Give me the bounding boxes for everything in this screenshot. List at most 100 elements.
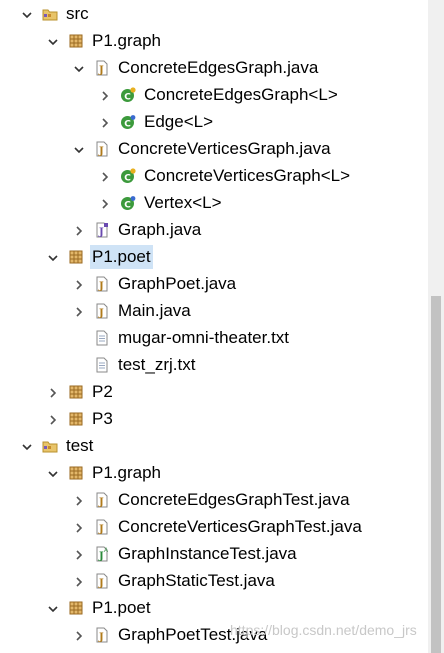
tree-item-label: P1.graph — [92, 30, 161, 50]
tree-item-label: Main.java — [118, 300, 191, 320]
tree-item-label: mugar-omni-theater.txt — [118, 327, 290, 347]
tree-item[interactable]: P1.graph — [0, 27, 428, 54]
chevron-right-icon[interactable] — [99, 116, 111, 128]
chevron-down-icon[interactable] — [21, 440, 33, 452]
tree-item[interactable]: J Main.java — [0, 297, 428, 324]
chevron-right-icon[interactable] — [47, 413, 59, 425]
svg-text:J: J — [98, 308, 104, 319]
svg-text:C: C — [124, 119, 131, 129]
tree-item[interactable]: P2 — [0, 648, 428, 653]
java-file-icon: J — [94, 519, 110, 535]
java-file-icon: J — [94, 627, 110, 643]
chevron-right-icon[interactable] — [47, 386, 59, 398]
tree-item-label: GraphStaticTest.java — [118, 570, 275, 590]
chevron-down-icon[interactable] — [47, 467, 59, 479]
tree-item[interactable]: J Graph.java — [0, 216, 428, 243]
source-folder-icon — [42, 6, 58, 22]
tree-item[interactable]: P1.poet — [0, 243, 428, 270]
tree-item-label: ConcreteVerticesGraph<L> — [144, 165, 351, 185]
svg-text:C: C — [124, 92, 131, 102]
package-icon — [68, 411, 84, 427]
chevron-down-icon[interactable] — [73, 143, 85, 155]
svg-text:C: C — [124, 173, 131, 183]
tree-item-label: ConcreteEdgesGraph.java — [118, 57, 319, 77]
svg-text:J: J — [98, 281, 104, 292]
svg-text:A: A — [104, 548, 108, 554]
svg-text:J: J — [98, 227, 104, 238]
tree-item-label: GraphPoet.java — [118, 273, 237, 293]
class-icon: C — [120, 114, 136, 130]
chevron-down-icon[interactable] — [21, 8, 33, 20]
chevron-down-icon[interactable] — [47, 35, 59, 47]
package-icon — [68, 249, 84, 265]
tree-item-label: P1.poet — [90, 244, 153, 269]
tree-item[interactable]: C ConcreteEdgesGraph<L> — [0, 81, 428, 108]
tree-item[interactable]: P1.graph — [0, 459, 428, 486]
package-icon — [68, 384, 84, 400]
svg-text:J: J — [98, 497, 104, 508]
class-icon: C — [120, 167, 136, 184]
chevron-right-icon[interactable] — [73, 224, 85, 236]
tree-item[interactable]: J GraphStaticTest.java — [0, 567, 428, 594]
java-file-icon: J — [94, 303, 110, 319]
tree-item[interactable]: C Vertex<L> — [0, 189, 428, 216]
tree-item[interactable]: J ConcreteEdgesGraphTest.java — [0, 486, 428, 513]
tree-item-label: P3 — [92, 408, 113, 428]
chevron-right-icon[interactable] — [73, 575, 85, 587]
chevron-right-icon[interactable] — [99, 197, 111, 209]
chevron-right-icon[interactable] — [73, 494, 85, 506]
tree-item-label: ConcreteVerticesGraphTest.java — [118, 516, 362, 536]
source-folder-icon — [42, 438, 58, 454]
svg-text:J: J — [98, 524, 104, 535]
java-file-icon: J — [94, 141, 110, 157]
tree-item[interactable]: J A GraphInstanceTest.java — [0, 540, 428, 567]
tree-item[interactable]: P1.poet — [0, 594, 428, 621]
java-file-icon: J — [94, 573, 110, 589]
package-explorer-tree: src P1.graph J ConcreteEdgesGraph.java C Conc… — [0, 0, 428, 653]
vertical-scrollbar[interactable] — [428, 0, 444, 653]
tree-item[interactable]: C Edge<L> — [0, 108, 428, 135]
text-file-icon — [94, 357, 110, 373]
tree-item-label: P1.poet — [92, 597, 151, 617]
java-file-icon: J — [94, 492, 110, 508]
svg-text:J: J — [98, 65, 104, 76]
java-file-icon: J — [94, 60, 110, 76]
tree-item[interactable]: src — [0, 0, 428, 27]
tree-item[interactable]: J ConcreteVerticesGraph.java — [0, 135, 428, 162]
chevron-down-icon[interactable] — [73, 62, 85, 74]
class-icon: C — [120, 195, 136, 211]
tree-item[interactable]: test — [0, 432, 428, 459]
java-interface-file-icon: J — [94, 222, 110, 238]
watermark: https://blog.csdn.net/demo_jrs — [230, 622, 417, 638]
chevron-down-icon[interactable] — [47, 251, 59, 263]
tree-item[interactable]: P3 — [0, 405, 428, 432]
tree-item-label: P2 — [90, 650, 115, 653]
java-file-icon: J — [94, 276, 110, 292]
chevron-right-icon[interactable] — [73, 521, 85, 533]
tree-item[interactable]: C ConcreteVerticesGraph<L> — [0, 162, 428, 189]
tree-item[interactable]: J ConcreteVerticesGraphTest.java — [0, 513, 428, 540]
tree-item-label: Vertex<L> — [144, 192, 222, 212]
tree-item[interactable]: mugar-omni-theater.txt — [0, 324, 428, 351]
tree-item[interactable]: P2 — [0, 378, 428, 405]
tree-item[interactable]: J ConcreteEdgesGraph.java — [0, 54, 428, 81]
chevron-right-icon[interactable] — [99, 89, 111, 101]
chevron-right-icon[interactable] — [73, 629, 85, 641]
package-icon — [68, 600, 84, 616]
scrollbar-thumb[interactable] — [431, 296, 441, 653]
svg-text:J: J — [98, 578, 104, 589]
tree-item-label: Graph.java — [118, 219, 202, 239]
tree-item-label: P2 — [92, 381, 113, 401]
chevron-right-icon[interactable] — [99, 170, 111, 182]
tree-item[interactable]: test_zrj.txt — [0, 351, 428, 378]
chevron-right-icon[interactable] — [73, 548, 85, 560]
chevron-right-icon[interactable] — [73, 278, 85, 290]
svg-text:J: J — [98, 146, 104, 157]
tree-item-label: P1.graph — [92, 462, 161, 482]
tree-item-label: Edge<L> — [144, 111, 214, 131]
svg-text:J: J — [98, 632, 104, 643]
tree-item-label: test — [66, 435, 94, 455]
chevron-right-icon[interactable] — [73, 305, 85, 317]
tree-item[interactable]: J GraphPoet.java — [0, 270, 428, 297]
chevron-down-icon[interactable] — [47, 602, 59, 614]
